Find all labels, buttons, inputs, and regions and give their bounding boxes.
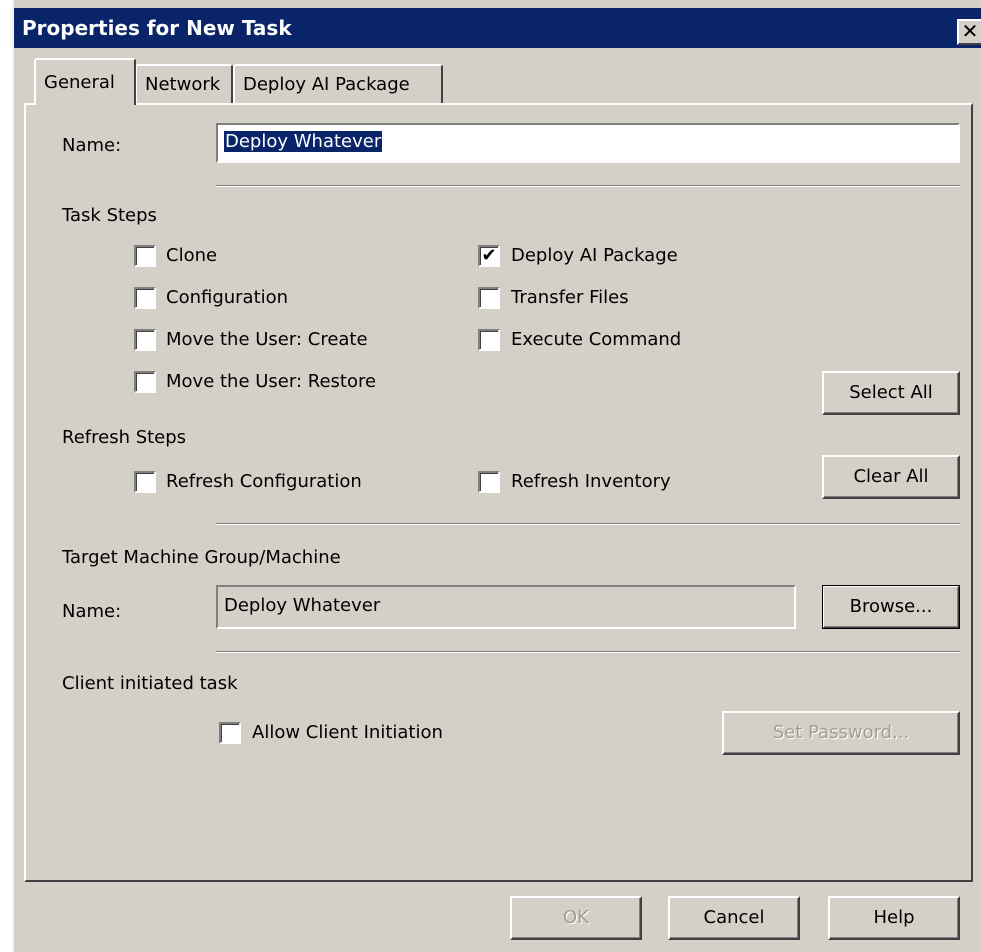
refresh-configuration-checkbox[interactable] (134, 471, 156, 493)
check-mark-icon: ✔ (481, 245, 497, 266)
refresh-configuration-label[interactable]: Refresh Configuration (166, 471, 362, 493)
set-password-button[interactable]: Set Password... (722, 711, 960, 755)
clone-label[interactable]: Clone (166, 245, 217, 267)
target-name-value: Deploy Whatever (224, 595, 381, 616)
tab-deploy-ai-package-label: Deploy AI Package (243, 74, 410, 95)
ok-button[interactable]: OK (510, 896, 642, 940)
tab-general[interactable]: General (34, 58, 136, 105)
cancel-button[interactable]: Cancel (668, 896, 800, 940)
title-bar[interactable]: Properties for New Task ✕ (14, 8, 981, 48)
target-machine-label: Target Machine Group/Machine (62, 547, 341, 568)
clone-checkbox[interactable] (134, 245, 156, 267)
clear-all-button[interactable]: Clear All (822, 455, 960, 499)
tab-network[interactable]: Network (135, 64, 233, 104)
window-title: Properties for New Task (22, 16, 292, 40)
name-input-value: Deploy Whatever (224, 131, 383, 152)
move-user-create-checkbox[interactable] (134, 329, 156, 351)
name-input[interactable]: Deploy Whatever (216, 123, 960, 163)
configuration-checkbox[interactable] (134, 287, 156, 309)
refresh-inventory-label[interactable]: Refresh Inventory (511, 471, 671, 493)
properties-dialog: Properties for New Task ✕ General Networ… (12, 0, 981, 952)
execute-command-label[interactable]: Execute Command (511, 329, 681, 351)
task-steps-label: Task Steps (62, 205, 157, 226)
deploy-ai-package-label[interactable]: Deploy AI Package (511, 245, 678, 267)
browse-button[interactable]: Browse... (822, 585, 960, 629)
select-all-button[interactable]: Select All (822, 371, 960, 415)
client-initiated-label: Client initiated task (62, 673, 238, 694)
deploy-ai-package-checkbox[interactable]: ✔ (478, 245, 500, 267)
tab-network-label: Network (145, 74, 221, 95)
refresh-inventory-checkbox[interactable] (478, 471, 500, 493)
transfer-files-label[interactable]: Transfer Files (511, 287, 629, 309)
general-tab-panel: Name: Deploy Whatever Task Steps Clone C… (24, 103, 973, 882)
close-icon[interactable]: ✕ (957, 19, 981, 45)
target-name-label: Name: (62, 601, 122, 622)
help-button[interactable]: Help (828, 896, 960, 940)
tab-general-label: General (44, 72, 115, 93)
execute-command-checkbox[interactable] (478, 329, 500, 351)
separator (216, 523, 960, 525)
name-label: Name: (62, 135, 122, 156)
allow-client-initiation-label[interactable]: Allow Client Initiation (252, 722, 443, 744)
separator (216, 651, 960, 653)
target-name-field: Deploy Whatever (216, 585, 796, 629)
allow-client-initiation-checkbox[interactable] (219, 722, 241, 744)
separator (216, 185, 960, 187)
move-user-restore-checkbox[interactable] (134, 371, 156, 393)
refresh-steps-label: Refresh Steps (62, 427, 187, 448)
transfer-files-checkbox[interactable] (478, 287, 500, 309)
move-user-restore-label[interactable]: Move the User: Restore (166, 371, 376, 393)
configuration-label[interactable]: Configuration (166, 287, 288, 309)
move-user-create-label[interactable]: Move the User: Create (166, 329, 368, 351)
tab-deploy-ai-package[interactable]: Deploy AI Package (233, 64, 443, 104)
